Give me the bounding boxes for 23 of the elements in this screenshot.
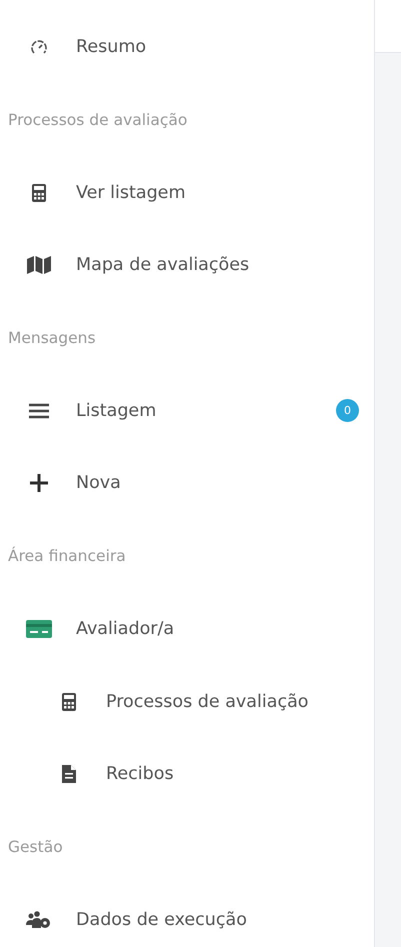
nav-item[interactable]: Resumo [0, 11, 374, 84]
calculator-icon [62, 692, 76, 711]
nav-item[interactable]: Recibos [0, 738, 374, 811]
nav-item[interactable]: Nova [0, 447, 374, 520]
card-icon [26, 620, 52, 638]
nav-item[interactable]: Avaliador/a [0, 592, 374, 666]
nav-item[interactable]: Ver listagem [0, 156, 374, 230]
section-heading: Área financeira [7, 546, 127, 568]
nav-item[interactable]: Listagem 0 [0, 374, 374, 448]
section-heading: Processos de avaliação [7, 110, 188, 132]
nav-item[interactable]: Dados de execução [0, 883, 374, 947]
plus-icon [30, 474, 48, 492]
menu-icon [29, 402, 49, 419]
map-icon [27, 256, 51, 274]
gauge-icon [30, 38, 48, 56]
section-heading: Gestão [7, 836, 64, 858]
count-badge: 0 [336, 399, 359, 422]
nav-item[interactable]: Processos de avaliação [0, 665, 374, 738]
section-heading: Mensagens [7, 328, 97, 350]
nav-item[interactable]: Mapa de avaliações [0, 229, 374, 302]
document-icon [62, 765, 76, 784]
users-gear-icon [26, 910, 52, 929]
calculator-icon [32, 184, 46, 202]
